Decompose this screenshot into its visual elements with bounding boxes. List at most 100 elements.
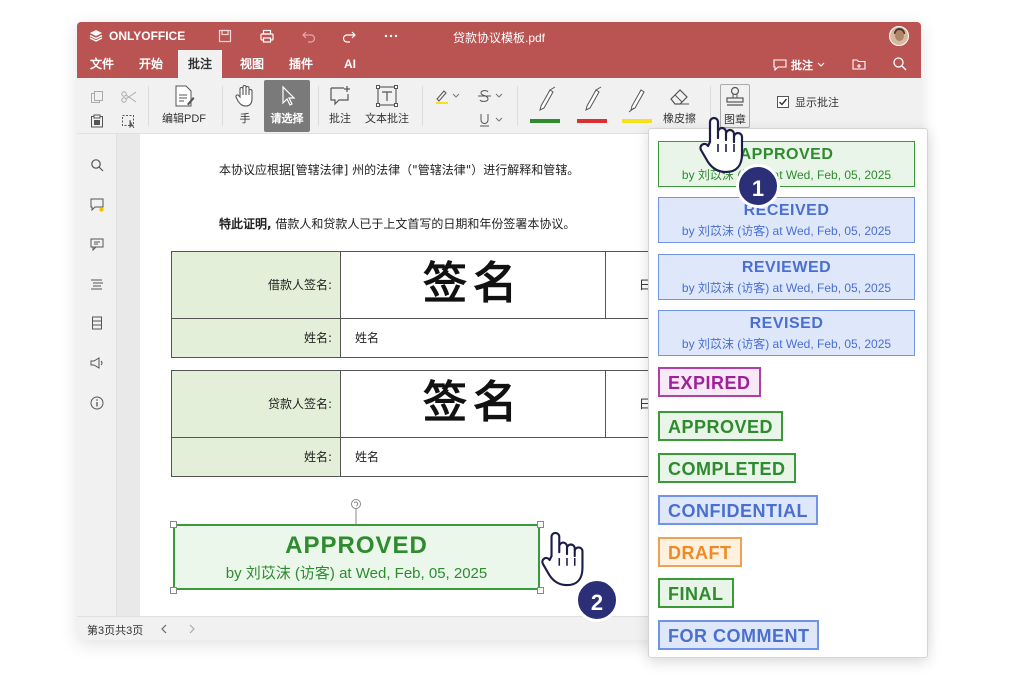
page-info: 第3页共3页	[87, 625, 144, 637]
stamp-option-final[interactable]: FINAL	[658, 578, 734, 608]
next-page-icon[interactable]	[187, 623, 197, 635]
stamp-option-expired[interactable]: EXPIRED	[658, 367, 761, 397]
borrower-signature-text: 签名	[423, 258, 523, 309]
resize-handle[interactable]	[170, 521, 177, 528]
show-comments-label: 显示批注	[795, 97, 839, 109]
edit-pdf-icon	[175, 85, 195, 107]
title-bar: ONLYOFFICE 贷款协议模板.pdf	[77, 22, 921, 50]
eraser-label: 橡皮擦	[663, 113, 696, 125]
select-all-icon[interactable]	[121, 114, 137, 128]
add-comment-icon	[330, 86, 350, 106]
governing-law-paragraph: 本协议应根据[管辖法律] 州的法律（"管辖法律"）进行解释和管辖。	[219, 163, 580, 177]
feedback-icon[interactable]	[90, 356, 104, 370]
cursor-arrow-icon	[282, 85, 296, 106]
pen-green-icon[interactable]	[535, 86, 559, 114]
lender-signature: 签名	[341, 371, 606, 438]
pen-red-icon[interactable]	[581, 86, 605, 114]
chevron-down-icon	[817, 62, 825, 67]
resize-handle[interactable]	[170, 587, 177, 594]
stamp-option-title: REVISED	[749, 315, 824, 332]
witness-rest: 借款人和贷款人已于上文首写的日期和年份签署本协议。	[271, 217, 576, 231]
lender-signature-text: 签名	[423, 377, 523, 428]
tab-plugins[interactable]: 插件	[279, 50, 323, 78]
open-location-icon[interactable]	[851, 56, 867, 72]
rotate-handle-icon[interactable]	[348, 498, 364, 526]
borrower-name-label: 姓名:	[172, 319, 341, 357]
lender-sig-label: 贷款人签名:	[172, 371, 341, 438]
tab-view[interactable]: 视图	[230, 50, 274, 78]
stamp-option-for-comment[interactable]: FOR COMMENT	[658, 620, 820, 650]
stamp-option-revised[interactable]: REVISED by 刘苡沫 (访客) at Wed, Feb, 05, 202…	[658, 310, 915, 356]
document-title: 贷款协议模板.pdf	[452, 31, 546, 45]
left-sidebar	[77, 134, 117, 616]
show-comments-checkbox[interactable]: 显示批注	[777, 94, 839, 110]
stamp-option-subtitle: by 刘苡沫 (访客) at Wed, Feb, 05, 2025	[681, 281, 892, 295]
underline-icon[interactable]	[477, 112, 505, 128]
highlight-icon[interactable]	[434, 88, 462, 104]
tab-file[interactable]: 文件	[80, 50, 124, 78]
stamp-option-title: REVIEWED	[741, 259, 832, 276]
highlighter-yellow-swatch	[622, 119, 652, 123]
menu-bar: 文件 开始 批注 视图 插件 AI 批注	[77, 50, 921, 78]
headings-icon[interactable]	[90, 277, 104, 291]
info-icon[interactable]	[90, 396, 104, 410]
text-comment-icon	[376, 85, 398, 107]
tab-home[interactable]: 开始	[129, 50, 173, 78]
strikethrough-icon[interactable]	[477, 88, 505, 104]
stamp-option-received[interactable]: RECEIVED by 刘苡沫 (访客) at Wed, Feb, 05, 20…	[658, 197, 915, 243]
pen-green-swatch	[530, 119, 560, 123]
eraser-icon	[669, 89, 689, 105]
add-comment-button[interactable]: 批注	[328, 84, 352, 126]
hand-tool-button[interactable]: 手	[234, 84, 256, 126]
hand-label: 手	[239, 113, 251, 125]
edit-pdf-button[interactable]: 编辑PDF	[162, 84, 206, 126]
stamp-option-completed[interactable]: COMPLETED	[658, 453, 796, 483]
ribbon-toolbar: 编辑PDF 手 请选择 批注 文本批注 橡皮擦 图章 显示批注	[77, 78, 921, 134]
select-label: 请选择	[270, 113, 304, 125]
search-icon[interactable]	[892, 56, 908, 72]
stamp-option-draft[interactable]: DRAFT	[658, 537, 742, 567]
eraser-button[interactable]: 橡皮擦	[663, 84, 696, 126]
witness-bold: 特此证明,	[219, 217, 272, 231]
comments-menu-button[interactable]: 批注	[773, 57, 825, 73]
stamp-option-subtitle: by 刘苡沫 (访客) at Wed, Feb, 05, 2025	[681, 337, 892, 351]
placed-stamp-title: APPROVED	[285, 532, 428, 559]
placed-stamp-subtitle: by 刘苡沫 (访客) at Wed, Feb, 05, 2025	[225, 565, 488, 582]
text-comment-button[interactable]: 文本批注	[365, 84, 409, 126]
witness-paragraph: 特此证明, 借款人和贷款人已于上文首写的日期和年份签署本协议。	[219, 215, 575, 232]
tab-comments[interactable]: 批注	[178, 50, 223, 78]
stamp-option-approved[interactable]: APPROVED	[658, 411, 784, 441]
step-badge-1: 1	[736, 164, 780, 208]
pen-red-swatch	[577, 119, 607, 123]
copy-icon[interactable]	[90, 90, 104, 104]
stamp-option-reviewed[interactable]: REVIEWED by 刘苡沫 (访客) at Wed, Feb, 05, 20…	[658, 254, 915, 300]
stamp-icon	[726, 86, 744, 106]
comments-menu-label: 批注	[791, 60, 813, 72]
edit-pdf-label: 编辑PDF	[162, 113, 206, 125]
stamp-dropdown-panel: APPROVED by 刘苡沫 (访客) at Wed, Feb, 05, 20…	[648, 128, 928, 658]
comment-bubble-icon	[773, 59, 787, 71]
thumbnails-icon[interactable]	[90, 316, 104, 330]
tab-ai[interactable]: AI	[334, 50, 366, 78]
text-comment-label: 文本批注	[365, 113, 409, 125]
resize-handle[interactable]	[537, 521, 544, 528]
placed-approved-stamp[interactable]: APPROVED by 刘苡沫 (访客) at Wed, Feb, 05, 20…	[173, 524, 540, 590]
search-icon[interactable]	[90, 158, 104, 172]
borrower-sig-label: 借款人签名:	[172, 252, 341, 319]
checkbox-checked-icon	[777, 96, 789, 108]
prev-page-icon[interactable]	[159, 623, 169, 635]
step-badge-2: 2	[575, 578, 619, 622]
screenshot-stage: ONLYOFFICE 贷款协议模板.pdf 文件 开始 批注 视图 插件 AI …	[0, 0, 1012, 682]
stamp-option-confidential[interactable]: CONFIDENTIAL	[658, 495, 818, 525]
highlighter-yellow-icon[interactable]	[626, 86, 650, 114]
user-avatar[interactable]	[889, 26, 909, 46]
cut-icon[interactable]	[121, 90, 137, 104]
chat-icon[interactable]	[90, 237, 104, 251]
borrower-signature: 签名	[341, 252, 606, 319]
lender-name-label: 姓名:	[172, 438, 341, 476]
hand-icon	[235, 85, 253, 107]
comments-panel-icon[interactable]	[90, 198, 104, 212]
paste-icon[interactable]	[90, 114, 104, 128]
select-tool-button[interactable]: 请选择	[264, 80, 310, 132]
comment-label: 批注	[329, 113, 351, 125]
